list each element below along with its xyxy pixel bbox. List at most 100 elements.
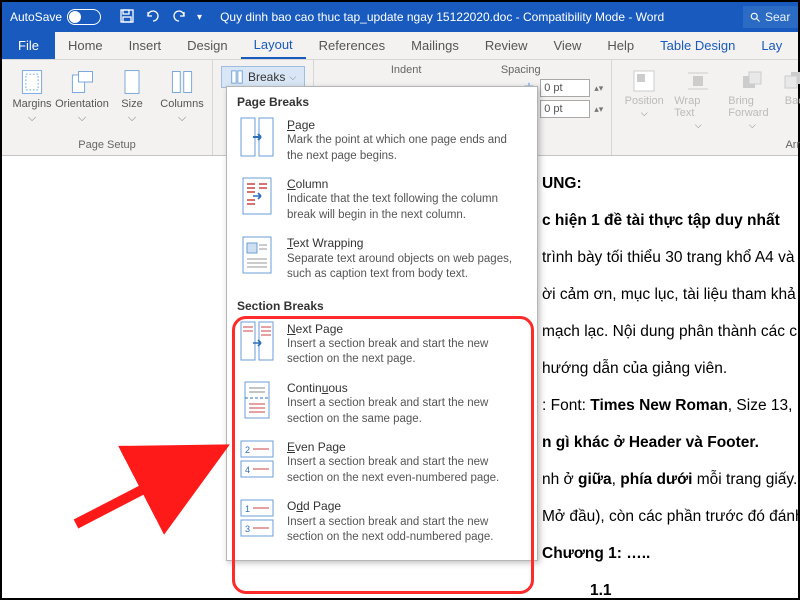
send-backward-button[interactable]: Bac — [782, 64, 800, 131]
doc-line: mạch lạc. Nội dung phân thành các ch — [542, 316, 798, 347]
tab-references[interactable]: References — [306, 32, 398, 59]
search-icon — [749, 11, 761, 23]
tab-file[interactable]: File — [2, 32, 55, 59]
columns-button[interactable]: Columns⌵ — [160, 64, 204, 124]
column-break-icon — [239, 176, 275, 216]
break-page-text: Page Mark the point at which one page en… — [287, 117, 525, 164]
break-odd-page-text: Odd Page Insert a section break and star… — [287, 498, 525, 545]
spacing-after-input[interactable]: 0 pt — [540, 100, 590, 118]
search-box[interactable]: Sear — [743, 6, 798, 28]
position-icon — [631, 68, 657, 94]
svg-text:1: 1 — [245, 504, 250, 514]
tab-help[interactable]: Help — [594, 32, 647, 59]
search-placeholder: Sear — [765, 10, 790, 24]
document-content: UNG: c hiện 1 đề tài thực tập duy nhất t… — [542, 168, 798, 598]
group-label-page-setup: Page Setup — [78, 136, 136, 155]
tab-view[interactable]: View — [540, 32, 594, 59]
break-continuous-item[interactable]: Continuous Insert a section break and st… — [227, 376, 537, 435]
indent-label: Indent — [391, 64, 501, 76]
break-next-page-text: Next Page Insert a section break and sta… — [287, 321, 525, 368]
group-label-arrange: Arra — [620, 136, 800, 155]
break-odd-page-item[interactable]: 13 Odd Page Insert a section break and s… — [227, 494, 537, 553]
break-even-page-text: Even Page Insert a section break and sta… — [287, 439, 525, 486]
wrap-text-icon — [685, 68, 711, 94]
columns-icon — [168, 68, 196, 96]
doc-line: 1.1 — [590, 575, 798, 598]
doc-line: UNG: — [542, 168, 798, 199]
redo-icon[interactable] — [171, 8, 187, 27]
doc-line: hướng dẫn của giảng viên. — [542, 353, 798, 384]
doc-line: Chương 1: ….. — [542, 538, 798, 569]
svg-text:3: 3 — [245, 524, 250, 534]
tab-home[interactable]: Home — [55, 32, 116, 59]
breaks-button[interactable]: Breaks ⌵ — [221, 66, 305, 88]
doc-line: Mở đầu), còn các phần trước đó đánh s — [542, 501, 798, 532]
doc-line: trình bày tối thiểu 30 trang khổ A4 và — [542, 242, 798, 273]
even-page-break-icon: 24 — [239, 439, 275, 479]
text-wrap-break-icon — [239, 235, 275, 275]
tab-table-layout[interactable]: Lay — [748, 32, 795, 59]
qat-dropdown-icon[interactable]: ▾ — [197, 12, 202, 23]
chevron-down-icon: ⌵ — [28, 112, 36, 124]
doc-line: n gì khác ở Header và Footer. — [542, 427, 798, 458]
size-button[interactable]: Size⌵ — [110, 64, 154, 124]
bring-forward-icon — [739, 68, 765, 94]
tab-mailings[interactable]: Mailings — [398, 32, 472, 59]
tab-layout[interactable]: Layout — [241, 32, 306, 59]
quick-access-toolbar: ▾ — [109, 8, 212, 27]
break-column-item[interactable]: Column Indicate that the text following … — [227, 172, 537, 231]
tab-review[interactable]: Review — [472, 32, 541, 59]
orientation-button[interactable]: Orientation⌵ — [60, 64, 104, 124]
tab-table-design[interactable]: Table Design — [647, 32, 748, 59]
undo-icon[interactable] — [145, 8, 161, 27]
breaks-dropdown: Page Breaks Page Mark the point at which… — [226, 86, 538, 561]
size-icon — [118, 68, 146, 96]
position-button[interactable]: Position⌵ — [620, 64, 668, 131]
bring-forward-button[interactable]: Bring Forward⌵ — [728, 64, 776, 131]
svg-text:2: 2 — [245, 445, 250, 455]
break-text-wrapping-item[interactable]: Text Wrapping Separate text around objec… — [227, 231, 537, 290]
ribbon-tabs: File Home Insert Design Layout Reference… — [2, 32, 798, 60]
send-backward-icon — [781, 68, 800, 94]
group-arrange: Position⌵ Wrap Text⌵ Bring Forward⌵ Bac … — [612, 60, 800, 155]
next-page-break-icon — [239, 321, 275, 361]
break-next-page-item[interactable]: Next Page Insert a section break and sta… — [227, 317, 537, 376]
chevron-down-icon: ⌵ — [289, 72, 296, 83]
tab-insert[interactable]: Insert — [116, 32, 175, 59]
margins-icon — [18, 68, 46, 96]
page-break-icon — [239, 117, 275, 157]
autosave-label: AutoSave — [10, 10, 62, 24]
chevron-down-icon: ⌵ — [128, 112, 136, 124]
group-page-setup: Margins⌵ Orientation⌵ Size⌵ Columns⌵ Pag… — [2, 60, 213, 155]
doc-line: ời cảm ơn, mục lục, tài liệu tham khả — [542, 279, 798, 310]
tab-design[interactable]: Design — [174, 32, 240, 59]
spinner-icon[interactable]: ▴▾ — [594, 104, 603, 115]
doc-line: c hiện 1 đề tài thực tập duy nhất — [542, 205, 798, 236]
toggle-off-icon — [67, 9, 101, 25]
title-bar: AutoSave ▾ Quy dinh bao cao thuc tap_upd… — [2, 2, 798, 32]
page-breaks-header: Page Breaks — [227, 87, 537, 113]
doc-line: nh ở giữa, phía dưới mỗi trang giấy. — [542, 464, 798, 495]
autosave-toggle[interactable]: AutoSave — [2, 9, 109, 25]
spinner-icon[interactable]: ▴▾ — [594, 83, 603, 94]
odd-page-break-icon: 13 — [239, 498, 275, 538]
section-breaks-header: Section Breaks — [227, 291, 537, 317]
svg-text:4: 4 — [245, 465, 250, 475]
break-even-page-item[interactable]: 24 Even Page Insert a section break and … — [227, 435, 537, 494]
chevron-down-icon: ⌵ — [78, 112, 86, 124]
wrap-text-button[interactable]: Wrap Text⌵ — [674, 64, 722, 131]
save-icon[interactable] — [119, 8, 135, 27]
break-page-item[interactable]: Page Mark the point at which one page en… — [227, 113, 537, 172]
break-continuous-text: Continuous Insert a section break and st… — [287, 380, 525, 427]
spacing-label: Spacing — [501, 64, 541, 76]
chevron-down-icon: ⌵ — [178, 112, 186, 124]
break-text-wrapping-text: Text Wrapping Separate text around objec… — [287, 235, 525, 282]
continuous-break-icon — [239, 380, 275, 420]
doc-line: : Font: Times New Roman, Size 13, — [542, 390, 798, 421]
document-title: Quy dinh bao cao thuc tap_update ngay 15… — [212, 10, 743, 24]
breaks-icon — [230, 70, 244, 84]
spacing-before-input[interactable]: 0 pt — [540, 79, 590, 97]
margins-button[interactable]: Margins⌵ — [10, 64, 54, 124]
break-column-text: Column Indicate that the text following … — [287, 176, 525, 223]
orientation-icon — [68, 68, 96, 96]
